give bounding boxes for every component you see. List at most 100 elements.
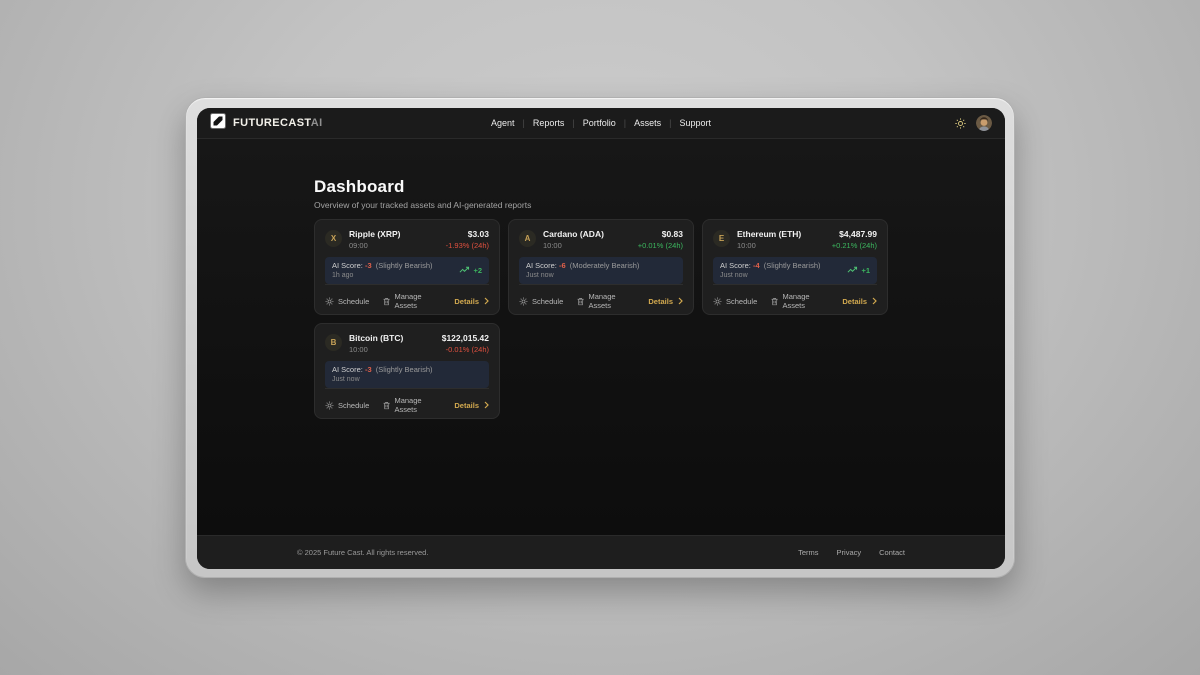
details-button[interactable]: Details	[454, 401, 489, 410]
manage-assets-button[interactable]: Manage Assets	[383, 292, 440, 310]
asset-card-grid: X Ripple (XRP) 09:00 $3.03 -1.93% (24h) …	[314, 219, 888, 419]
asset-card: X Ripple (XRP) 09:00 $3.03 -1.93% (24h) …	[314, 219, 500, 315]
user-avatar[interactable]	[976, 115, 992, 131]
ai-score-line: AI Score: -4 (Slightly Bearish)	[720, 261, 820, 270]
ai-score-label: AI Score:	[526, 261, 557, 270]
trash-icon	[771, 297, 778, 306]
schedule-label: Schedule	[726, 297, 757, 306]
ai-score-line: AI Score: -3 (Slightly Bearish)	[332, 365, 432, 374]
details-label: Details	[454, 401, 479, 410]
asset-card: A Cardano (ADA) 10:00 $0.83 +0.01% (24h)…	[508, 219, 694, 315]
schedule-button[interactable]: Schedule	[325, 401, 369, 410]
trend: +1	[847, 266, 870, 275]
nav-item-reports[interactable]: Reports	[525, 118, 573, 128]
manage-assets-label: Manage Assets	[588, 292, 634, 310]
asset-symbol-icon: E	[713, 230, 730, 247]
ai-score-label: AI Score:	[720, 261, 751, 270]
footer-link-privacy[interactable]: Privacy	[837, 548, 862, 557]
price-change: +0.01% (24h)	[638, 241, 683, 250]
manage-assets-label: Manage Assets	[394, 292, 440, 310]
page-subtitle: Overview of your tracked assets and AI-g…	[314, 200, 888, 210]
schedule-label: Schedule	[338, 297, 369, 306]
asset-card: E Ethereum (ETH) 10:00 $4,487.99 +0.21% …	[702, 219, 888, 315]
asset-price: $122,015.42	[442, 333, 489, 343]
chevron-right-icon	[872, 297, 877, 305]
schedule-button[interactable]: Schedule	[713, 297, 757, 306]
ai-updated-ago: Just now	[720, 272, 820, 279]
manage-assets-label: Manage Assets	[782, 292, 828, 310]
asset-name: Cardano (ADA)	[543, 229, 604, 239]
ai-score-value: -6	[559, 261, 566, 270]
details-button[interactable]: Details	[842, 297, 877, 306]
device-frame: FUTURECASTAI Agent|Reports|Portfolio|Ass…	[185, 97, 1015, 578]
card-footer: Schedule Manage Assets Details	[325, 284, 489, 310]
asset-name: Bitcoin (BTC)	[349, 333, 403, 343]
asset-name: Ripple (XRP)	[349, 229, 400, 239]
trash-icon	[383, 401, 390, 410]
gear-icon	[325, 297, 334, 306]
asset-symbol-icon: X	[325, 230, 342, 247]
gear-icon	[713, 297, 722, 306]
card-footer: Schedule Manage Assets Details	[713, 284, 877, 310]
footer-link-contact[interactable]: Contact	[879, 548, 905, 557]
ai-score-line: AI Score: -3 (Slightly Bearish)	[332, 261, 432, 270]
asset-symbol-icon: B	[325, 334, 342, 351]
ai-sentiment-label: (Slightly Bearish)	[764, 261, 821, 270]
gear-icon	[519, 297, 528, 306]
ai-score-value: -3	[365, 261, 372, 270]
schedule-button[interactable]: Schedule	[519, 297, 563, 306]
gear-icon	[325, 401, 334, 410]
footer-links: Terms Privacy Contact	[798, 548, 905, 557]
theme-toggle-sun-icon[interactable]	[955, 118, 966, 129]
card-footer: Schedule Manage Assets Details	[519, 284, 683, 310]
price-change: +0.21% (24h)	[832, 241, 877, 250]
card-header: A Cardano (ADA) 10:00 $0.83 +0.01% (24h)	[519, 229, 683, 250]
schedule-button[interactable]: Schedule	[325, 297, 369, 306]
footer-link-terms[interactable]: Terms	[798, 548, 818, 557]
ai-score-label: AI Score:	[332, 365, 363, 374]
brand-logo[interactable]: FUTURECASTAI	[210, 113, 323, 134]
card-footer: Schedule Manage Assets Details	[325, 388, 489, 414]
ai-updated-ago: Just now	[526, 272, 639, 279]
app-window: FUTURECASTAI Agent|Reports|Portfolio|Ass…	[197, 108, 1005, 569]
page-title: Dashboard	[314, 177, 888, 197]
details-button[interactable]: Details	[454, 297, 489, 306]
manage-assets-button[interactable]: Manage Assets	[771, 292, 828, 310]
trending-up-icon	[459, 266, 470, 274]
ai-score-panel: AI Score: -4 (Slightly Bearish) Just now…	[713, 257, 877, 284]
logo-mark-icon	[210, 113, 226, 134]
nav-item-portfolio[interactable]: Portfolio	[575, 118, 624, 128]
details-label: Details	[648, 297, 673, 306]
trash-icon	[383, 297, 390, 306]
nav-item-agent[interactable]: Agent	[483, 118, 523, 128]
topbar-right	[955, 115, 992, 131]
asset-time: 10:00	[349, 345, 403, 354]
ai-score-label: AI Score:	[332, 261, 363, 270]
ai-sentiment-label: (Moderately Bearish)	[570, 261, 640, 270]
nav-item-support[interactable]: Support	[671, 118, 719, 128]
trend-value: +2	[473, 266, 482, 275]
trend-value: +1	[861, 266, 870, 275]
chevron-right-icon	[484, 297, 489, 305]
ai-sentiment-label: (Slightly Bearish)	[376, 261, 433, 270]
nav-item-assets[interactable]: Assets	[626, 118, 669, 128]
ai-score-panel: AI Score: -3 (Slightly Bearish) Just now	[325, 361, 489, 388]
details-label: Details	[454, 297, 479, 306]
brand-name: FUTURECASTAI	[233, 117, 323, 129]
details-button[interactable]: Details	[648, 297, 683, 306]
copyright-text: © 2025 Future Cast. All rights reserved.	[297, 548, 428, 557]
asset-symbol-icon: A	[519, 230, 536, 247]
brand-suffix: AI	[311, 117, 323, 129]
ai-score-value: -3	[365, 365, 372, 374]
price-change: -1.93% (24h)	[446, 241, 489, 250]
asset-time: 10:00	[737, 241, 801, 250]
asset-price: $4,487.99	[832, 229, 877, 239]
chevron-right-icon	[484, 401, 489, 409]
chevron-right-icon	[678, 297, 683, 305]
ai-sentiment-label: (Slightly Bearish)	[376, 365, 433, 374]
manage-assets-button[interactable]: Manage Assets	[383, 396, 440, 414]
footer-bar: © 2025 Future Cast. All rights reserved.…	[197, 535, 1005, 569]
schedule-label: Schedule	[338, 401, 369, 410]
manage-assets-button[interactable]: Manage Assets	[577, 292, 634, 310]
asset-time: 09:00	[349, 241, 400, 250]
